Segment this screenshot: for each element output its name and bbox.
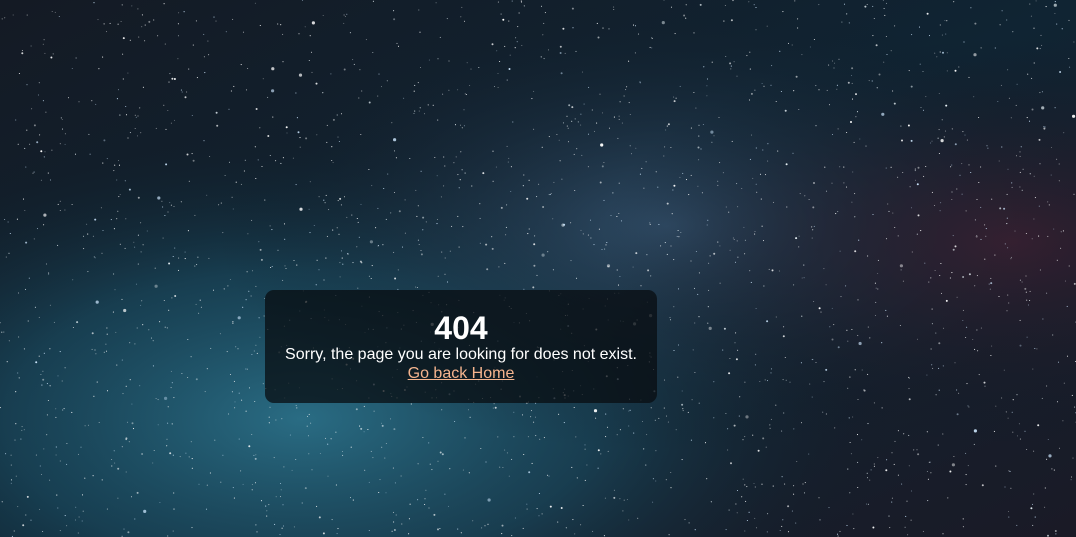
go-back-home-link[interactable]: Go back Home — [408, 364, 515, 384]
starry-sky-background — [0, 0, 1076, 537]
error-message: Sorry, the page you are looking for does… — [285, 346, 637, 363]
error-panel: 404 Sorry, the page you are looking for … — [265, 290, 657, 403]
error-code: 404 — [434, 310, 488, 346]
